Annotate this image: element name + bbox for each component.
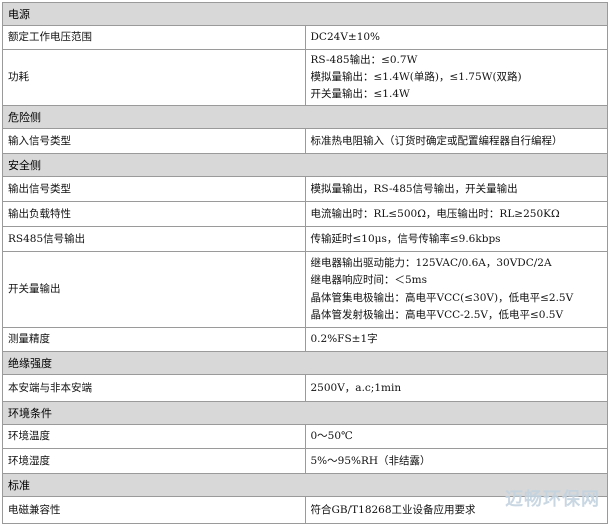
row-label: 额定工作电压范围 xyxy=(2,25,306,50)
table-row: 环境温度 0～50℃ xyxy=(2,424,608,449)
section-title: 危险侧 xyxy=(2,105,608,129)
row-label: 环境湿度 xyxy=(2,448,306,474)
row-value: DC24V±10% xyxy=(304,25,608,50)
spec-table: 电源 额定工作电压范围 DC24V±10% 功耗 RS-485输出：≤0.7W … xyxy=(2,2,608,524)
table-row: 功耗 RS-485输出：≤0.7W 模拟量输出：≤1.4W(单路)，≤1.75W… xyxy=(2,49,608,106)
section-title: 绝缘强度 xyxy=(2,351,608,375)
table-row: 输入信号类型 标准热电阻输入（订货时确定或配置编程器自行编程） xyxy=(2,128,608,154)
row-value: 2500V，a.c;1min xyxy=(304,374,608,402)
value-line: 继电器输出驱动能力：125VAC/0.6A，30VDC/2A xyxy=(310,256,552,269)
value-line: 晶体管发射极输出：高电平VCC-2.5V，低电平≤0.5V xyxy=(310,309,564,321)
table-row: 测量精度 0.2%FS±1字 xyxy=(2,327,608,352)
section-header-environment: 环境条件 xyxy=(2,401,608,425)
row-value: 0～50℃ xyxy=(304,424,608,449)
table-row: 输出信号类型 模拟量输出，RS-485信号输出，开关量输出 xyxy=(2,176,608,202)
row-label: 输出负载特性 xyxy=(2,201,306,227)
row-value: 5%～95%RH（非结露） xyxy=(304,448,608,474)
row-value: RS-485输出：≤0.7W 模拟量输出：≤1.4W(单路)，≤1.75W(双路… xyxy=(304,49,608,106)
table-row: 环境湿度 5%～95%RH（非结露） xyxy=(2,448,608,474)
row-label: 环境温度 xyxy=(2,424,306,449)
section-header-hazardous-side: 危险侧 xyxy=(2,105,608,129)
table-row: 开关量输出 继电器输出驱动能力：125VAC/0.6A，30VDC/2A 继电器… xyxy=(2,251,608,328)
value-line: 模拟量输出：≤1.4W(单路)，≤1.75W(双路) xyxy=(310,71,522,83)
value-line: 晶体管集电极输出：高电平VCC(≤30V)，低电平≤2.5V xyxy=(310,291,574,304)
row-value: 传输延时≤10μs，信号传输率≤9.6kbps xyxy=(304,226,608,252)
value-line: 开关量输出：≤1.4W xyxy=(310,88,410,100)
row-value: 电流输出时：RL≤500Ω，电压输出时：RL≥250KΩ xyxy=(304,201,608,227)
row-label: 本安端与非本安端 xyxy=(2,374,306,402)
row-value: 继电器输出驱动能力：125VAC/0.6A，30VDC/2A 继电器响应时间：＜… xyxy=(304,251,608,328)
section-title: 环境条件 xyxy=(2,401,608,425)
row-label: 测量精度 xyxy=(2,327,306,352)
value-line: 继电器响应时间：＜5ms xyxy=(310,274,428,286)
row-label: 功耗 xyxy=(2,49,306,106)
row-label: 开关量输出 xyxy=(2,251,306,328)
section-title: 电源 xyxy=(2,2,608,26)
row-label: RS485信号输出 xyxy=(2,226,306,252)
section-header-power: 电源 xyxy=(2,2,608,26)
spec-table-container: 电源 额定工作电压范围 DC24V±10% 功耗 RS-485输出：≤0.7W … xyxy=(2,2,610,524)
site-watermark: 迈畅环保网 xyxy=(505,489,600,510)
table-row: 额定工作电压范围 DC24V±10% xyxy=(2,25,608,50)
section-header-safe-side: 安全侧 xyxy=(2,153,608,177)
row-label: 输出信号类型 xyxy=(2,176,306,202)
row-value: 模拟量输出，RS-485信号输出，开关量输出 xyxy=(304,176,608,202)
row-label: 电磁兼容性 xyxy=(2,496,306,524)
row-value: 0.2%FS±1字 xyxy=(304,327,608,352)
value-line: RS-485输出：≤0.7W xyxy=(310,54,418,66)
table-row: RS485信号输出 传输延时≤10μs，信号传输率≤9.6kbps xyxy=(2,226,608,252)
section-title: 安全侧 xyxy=(2,153,608,177)
table-row: 输出负载特性 电流输出时：RL≤500Ω，电压输出时：RL≥250KΩ xyxy=(2,201,608,227)
table-row: 本安端与非本安端 2500V，a.c;1min xyxy=(2,374,608,402)
row-label: 输入信号类型 xyxy=(2,128,306,154)
row-value: 标准热电阻输入（订货时确定或配置编程器自行编程） xyxy=(304,128,608,154)
section-header-insulation: 绝缘强度 xyxy=(2,351,608,375)
